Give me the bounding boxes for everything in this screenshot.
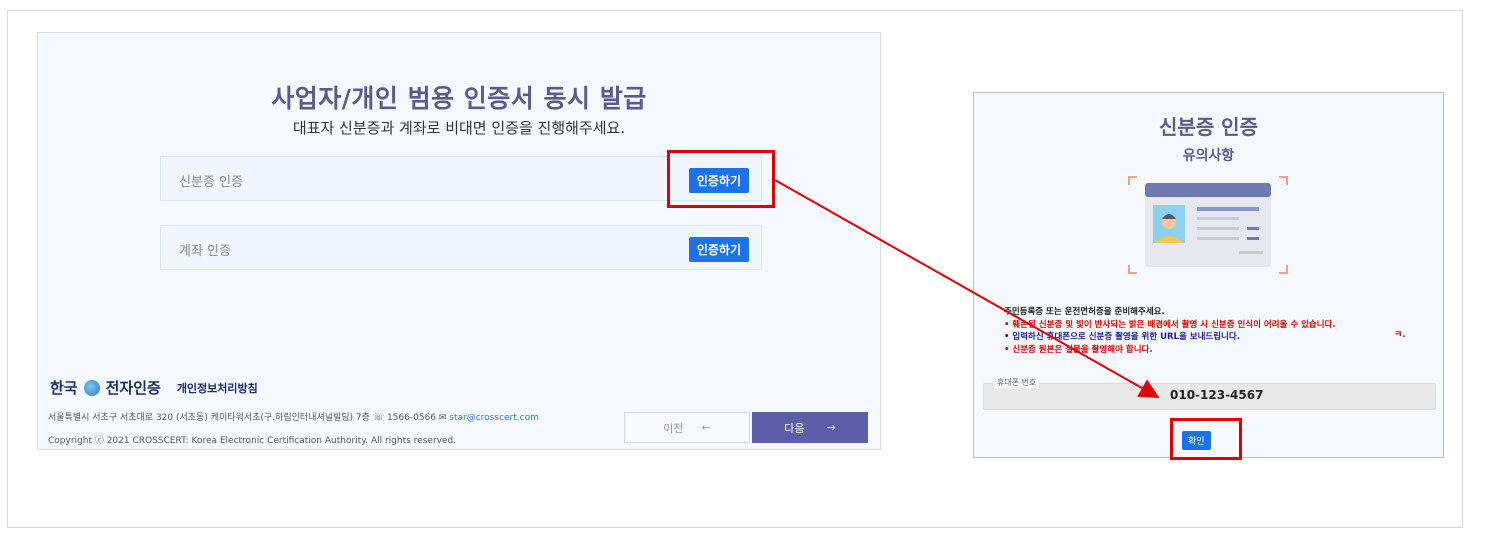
account-verification-label: 계좌 인증 — [179, 244, 231, 259]
footer-email-link[interactable]: star@crosscert.com — [449, 413, 539, 423]
account-verify-button[interactable]: 인증하기 — [688, 237, 749, 262]
footer-address-line: 서울특별시 서초구 서초대로 320 (서초동) 케이타워서초(구.하림인터내셔… — [48, 410, 539, 423]
highlight-box-verify — [667, 150, 775, 208]
caution-notes: 주민등록증 또는 운전면허증을 준비해주세요. • 훼손된 신분증 및 빛이 반… — [1004, 306, 1336, 356]
panel-subtitle: 유의사항 — [1182, 148, 1235, 164]
phone-label: 휴대폰 번호 — [994, 377, 1040, 388]
page-title: 사업자/개인 범용 인증서 동시 발급 — [271, 84, 647, 113]
next-button[interactable]: 다음 → — [752, 412, 868, 443]
footer-address: 서울특별시 서초구 서초대로 320 (서초동) 케이타워서초(구.하림인터내셔… — [48, 413, 370, 423]
account-verification-row: 계좌 인증 인증하기 — [160, 225, 762, 270]
panel-title: 신분증 인증 — [1159, 115, 1258, 139]
page-subtitle: 대표자 신분증과 계좌로 비대면 인증을 진행해주세요. — [292, 119, 626, 137]
prev-button[interactable]: 이전 ← — [624, 412, 750, 443]
phone-value: 010-123-4567 — [1170, 388, 1264, 402]
logo-icon — [83, 379, 100, 396]
footer-copyright: Copyright ⓒ 2021 CROSSCERT: Korea Electr… — [48, 436, 457, 446]
next-button-label: 다음 — [784, 421, 805, 435]
note-1: 주민등록증 또는 운전면허증을 준비해주세요. — [1004, 307, 1165, 317]
mail-icon: ✉ — [438, 413, 450, 423]
note-4: • 신분증 원본은 실물을 촬영해야 합니다. — [1004, 344, 1153, 355]
id-verification-panel: 신분증 인증 유의사항 주민등록증 또는 운전면허증을 준비해주세요. • 훼손… — [973, 92, 1444, 458]
note-3: • 입력하신 휴대폰으로 신분증 촬영을 위한 URL을 보내드립니다. — [1004, 332, 1240, 342]
issuance-page: 사업자/개인 범용 인증서 동시 발급 대표자 신분증과 계좌로 비대면 인증을… — [37, 32, 881, 450]
logo-text-right: 전자인증 — [105, 379, 161, 397]
stray-text: ㅋ. — [1394, 330, 1406, 340]
note-2: • 훼손된 신분증 및 빛이 반사되는 밝은 배경에서 촬영 시 신분증 인식이… — [1004, 319, 1336, 330]
footer-brand: 한국 전자인증 개인정보처리방침 — [50, 377, 258, 398]
phone-icon: ☏ — [372, 413, 387, 423]
privacy-policy-link[interactable]: 개인정보처리방침 — [177, 380, 258, 396]
footer-phone: 1566-0566 — [386, 413, 436, 423]
id-verification-label: 신분증 인증 — [179, 175, 243, 190]
highlight-box-confirm — [1170, 418, 1242, 460]
id-card-illustration — [1128, 176, 1288, 274]
arrow-left-icon: ← — [701, 421, 711, 434]
arrow-right-icon: → — [826, 421, 836, 434]
logo-text-left: 한국 — [50, 379, 78, 397]
prev-button-label: 이전 — [663, 421, 684, 435]
